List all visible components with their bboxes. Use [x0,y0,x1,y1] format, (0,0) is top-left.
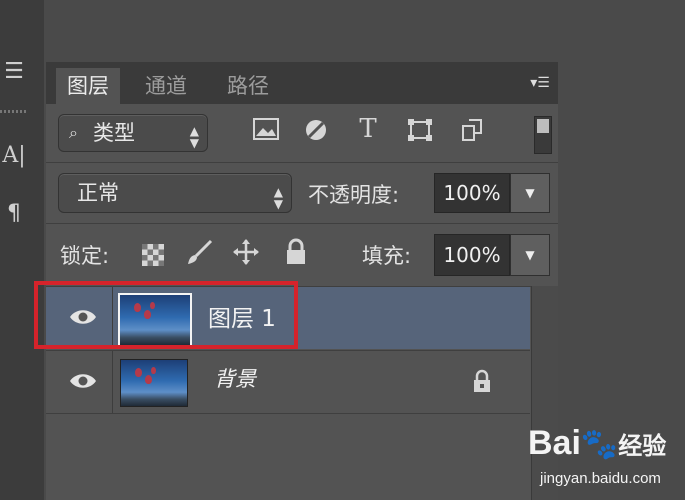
divider [46,413,530,414]
opacity-label: 不透明度: [308,183,400,207]
opacity-dropdown-icon[interactable]: ▼ [510,173,550,213]
filter-row: ⌕ 类型 ▲ ▼ T [46,104,558,162]
tab-layers[interactable]: 图层 [56,68,120,104]
balloon-shape [145,375,152,384]
panel-tab-bar: 图层 通道 路径 ▾☰ [46,62,558,104]
tool-icon-top[interactable]: ☰ [0,52,28,92]
layers-scrollbar[interactable] [531,286,558,500]
balloon-shape [151,367,156,374]
annotation-highlight-box [34,281,298,349]
paw-icon: 🐾 [580,428,619,461]
shape-filter-icon[interactable] [404,118,436,148]
switch-knob [537,119,549,133]
lock-position-icon[interactable] [230,238,262,272]
smart-object-filter-icon[interactable] [456,118,488,148]
watermark-logo: Bai🐾经验 [528,424,666,463]
watermark-brand2: 经验 [618,433,667,460]
watermark-brand: Bai [528,424,581,462]
blend-mode-label: 正常 [77,181,119,205]
layer-row-background[interactable]: 背景 [46,350,530,413]
tools-panel: ☰ A| ¶ [0,0,44,500]
tab-channels[interactable]: 通道 [134,68,198,104]
layer-row-layer1[interactable]: 图层 1 [34,281,530,349]
search-icon: ⌕ [69,123,78,142]
layers-panel: 图层 通道 路径 ▾☰ ⌕ 类型 ▲ ▼ T 正常 ▲ ▼ 不透明度: 100%… [34,62,558,500]
type-filter-icon[interactable]: T [352,114,384,144]
row-divider [112,351,113,413]
filter-toggle-switch[interactable] [534,116,552,154]
filter-kind-select[interactable]: ⌕ 类型 ▲ ▼ [58,114,208,152]
select-arrows-icon: ▲ ▼ [189,124,199,150]
lock-paint-icon[interactable] [184,238,216,272]
select-arrows-icon: ▲ ▼ [273,185,283,211]
layer-thumbnail[interactable] [120,359,188,407]
layer-name[interactable]: 背景 [214,363,256,393]
lock-all-icon[interactable] [280,238,312,272]
fill-dropdown-icon[interactable]: ▼ [510,234,550,276]
tool-separator [0,110,28,113]
balloon-shape [135,368,142,377]
image-filter-icon[interactable] [250,118,282,146]
layer-lock-icon [472,369,492,397]
opacity-input[interactable]: 100% [434,173,510,213]
adjustment-filter-icon[interactable] [300,118,332,148]
panel-menu-icon[interactable]: ▾☰ [526,72,554,94]
lock-label: 锁定: [60,244,110,268]
fill-input[interactable]: 100% [434,234,510,276]
character-tool-icon[interactable]: A| [0,136,28,176]
watermark-url: jingyan.baidu.com [540,470,661,487]
fill-label: 填充: [362,244,412,268]
lock-row: 锁定: 填充: 100% ▼ [46,224,558,286]
lock-transparent-icon[interactable] [142,244,164,266]
tab-paths[interactable]: 路径 [216,68,280,104]
visibility-eye-icon[interactable] [68,369,98,393]
blend-mode-select[interactable]: 正常 ▲ ▼ [58,173,292,213]
filter-kind-label: 类型 [93,121,135,145]
paragraph-tool-icon[interactable]: ¶ [0,194,28,234]
blend-row: 正常 ▲ ▼ 不透明度: 100% ▼ [46,163,558,223]
